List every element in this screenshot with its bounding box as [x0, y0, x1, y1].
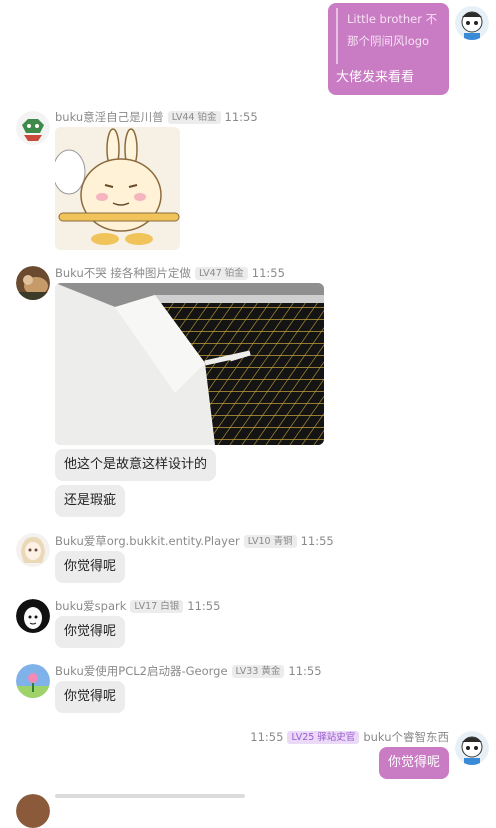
level-badge: LV44 铂金 [167, 110, 221, 124]
truncated-meta [55, 794, 245, 798]
self-quote-bubble[interactable]: Little brother 不那个阴间风logo 大佬发来看看 [328, 3, 449, 95]
message-bubble[interactable]: 他这个是故意这样设计的 [55, 449, 217, 481]
user-avatar[interactable] [16, 111, 50, 145]
user-avatar[interactable] [16, 794, 50, 828]
username[interactable]: Buku不哭 接各种图片定做 [55, 265, 191, 281]
user-avatar[interactable] [16, 664, 50, 698]
message-bubble[interactable]: 你觉得呢 [378, 747, 449, 779]
level-badge: LV17 白银 [130, 599, 184, 613]
user-avatar[interactable] [16, 599, 50, 633]
user-avatar[interactable] [16, 266, 50, 300]
level-badge: LV25 驿站史官 [287, 730, 360, 744]
message-meta: Buku不哭 接各种图片定做 LV47 铂金 11:55 [55, 265, 285, 281]
level-badge: LV10 青铜 [243, 534, 297, 548]
message-bubble[interactable]: 还是瑕疵 [55, 485, 126, 517]
level-badge: LV33 黄金 [231, 664, 285, 678]
timestamp: 11:55 [288, 664, 322, 678]
self-avatar[interactable] [455, 6, 489, 40]
timestamp: 11:55 [250, 730, 284, 744]
level-badge: LV47 铂金 [194, 266, 248, 280]
message-bubble[interactable]: 你觉得呢 [55, 551, 126, 583]
message-meta: Buku爱使用PCL2启动器-George LV33 黄金 11:55 [55, 663, 322, 679]
username[interactable]: buku爱spark [55, 598, 126, 614]
timestamp: 11:55 [224, 110, 258, 124]
self-avatar[interactable] [455, 731, 489, 765]
message-meta: Buku爱草org.bukkit.entity.Player LV10 青铜 1… [55, 533, 334, 549]
message-meta: buku意淫自己是川普 LV44 铂金 11:55 [55, 109, 258, 125]
timestamp: 11:55 [187, 599, 221, 613]
message-meta: 11:55 LV25 驿站史官 buku个睿智东西 [250, 729, 449, 745]
username[interactable]: buku个睿智东西 [363, 729, 449, 745]
quoted-message[interactable]: Little brother 不那个阴间风logo [336, 8, 448, 64]
message-bubble[interactable]: 你觉得呢 [55, 616, 126, 648]
username[interactable]: buku意淫自己是川普 [55, 109, 164, 125]
username[interactable]: Buku爱草org.bukkit.entity.Player [55, 533, 240, 549]
timestamp: 11:55 [300, 534, 334, 548]
message-meta: buku爱spark LV17 白银 11:55 [55, 598, 220, 614]
reply-text: 大佬发来看看 [336, 70, 415, 85]
timestamp: 11:55 [251, 266, 285, 280]
shared-image[interactable] [55, 283, 324, 445]
user-avatar[interactable] [16, 533, 50, 567]
message-bubble[interactable]: 你觉得呢 [55, 681, 126, 713]
sticker-image[interactable] [55, 127, 180, 250]
username[interactable]: Buku爱使用PCL2启动器-George [55, 663, 228, 679]
